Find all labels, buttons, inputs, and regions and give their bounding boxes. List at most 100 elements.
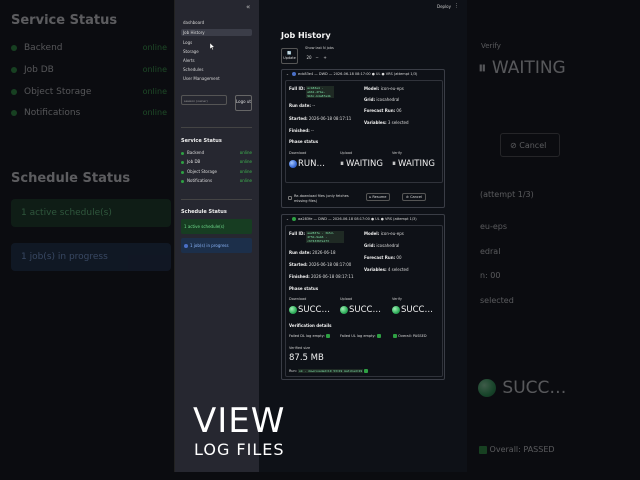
redownload-checkbox[interactable]	[288, 196, 292, 200]
variables: Variables: 4 selected	[364, 267, 409, 272]
screen: Service Status Backend online Job DB onlin…	[0, 0, 640, 480]
bg-attempt: (attempt 1/3)	[480, 190, 534, 199]
run-date: Run date: 2026-06-18	[289, 250, 336, 255]
running-orb-icon	[289, 159, 297, 168]
phase-verify-label: Verify	[392, 297, 402, 301]
caption-subtitle: LOG FILES	[194, 440, 285, 459]
started: Started: 2026-06-18 08:17:11	[289, 116, 352, 121]
pause-icon: ⏸	[392, 159, 396, 168]
increment-icon[interactable]: +	[321, 54, 329, 62]
verified-size-value: 87.5 MB	[289, 353, 324, 363]
sidebar-service-row: Backend online	[181, 150, 252, 156]
bg-model: eu-eps	[480, 222, 508, 231]
sidebar-service-row: Notifications online	[181, 178, 252, 184]
finished: Finished: 2026-06-18 08:17:11	[289, 274, 354, 279]
status-dot-icon	[181, 170, 184, 174]
started: Started: 2026-06-18 08:17:00	[289, 262, 352, 267]
job-details: Full ID: aa283fe · 3b5d-4f5b-9ab6 · c6f4…	[285, 225, 443, 377]
forecast-run: Forecast Run: 06	[364, 108, 402, 113]
status-dot-icon	[11, 88, 17, 95]
model: Model: icon-eu-eps	[364, 231, 404, 236]
failed-dl-log: Failed DL log empty:	[289, 334, 330, 338]
job-details: Full ID: ecb83e4 · e661-4fbe-9b6c-b4a8fa…	[285, 80, 443, 183]
decrement-icon[interactable]: −	[313, 54, 321, 62]
bg-run: n: 00	[480, 271, 501, 280]
divider	[181, 127, 252, 128]
bg-service-row: Backend online	[11, 43, 171, 53]
main-menu-icon[interactable]: ⋮	[454, 3, 459, 9]
status-dot-icon	[11, 44, 17, 51]
full-id: Full ID: ecb83e4 · e661-4fbe-9b6c-b4a8fa…	[289, 86, 335, 98]
check-icon	[364, 369, 369, 373]
phase-status-label: Phase status	[289, 139, 319, 144]
job-card: ⌄ ecb83e4 — DWD — 2026-06-18 08:17:00 ● …	[281, 69, 445, 208]
sidebar-service-status-title: Service Status	[181, 138, 222, 144]
bg-service-row: Object Storage online	[11, 87, 171, 97]
update-button[interactable]: 🔄 Update	[281, 48, 298, 64]
overall-status: Overall: PASSED	[392, 334, 427, 338]
forecast-run: Forecast Run: 00	[364, 255, 402, 260]
bg-success: SUCC…	[478, 378, 566, 398]
phase-verify-value: ⏸ WAITING	[392, 159, 435, 169]
pause-icon: ⏸	[340, 159, 344, 168]
redownload-label: Re-download files (only fetches missing …	[294, 194, 349, 203]
phase-download-value: RUN…	[289, 159, 325, 169]
phase-upload-value: SUCC…	[340, 305, 381, 315]
success-dot-icon	[292, 217, 297, 221]
nav-job-history[interactable]: Job History	[181, 29, 252, 36]
status-dot-icon	[11, 66, 17, 73]
nav-logs[interactable]: Logs	[181, 39, 252, 46]
phase-download-label: Download	[289, 151, 307, 155]
full-id: Full ID: aa283fe · 3b5d-4f5b-9ab6 · c6f4…	[289, 231, 345, 243]
session-input[interactable]: session (owner)	[181, 95, 227, 105]
check-icon	[325, 334, 330, 338]
job-card-header[interactable]: ⌄ aa283fe — DWD — 2026-06-18 08:17:00 ● …	[282, 215, 444, 224]
jobs-in-progress-alert: 1 job(s) in progress	[181, 238, 252, 253]
grid: Grid: icosahedral	[364, 243, 400, 248]
bg-service-row: Notifications online	[11, 108, 171, 118]
nav-dashboard[interactable]: dashboard	[181, 19, 252, 26]
check-icon	[376, 334, 381, 338]
phase-download-label: Download	[289, 297, 307, 301]
success-orb-icon	[392, 305, 400, 314]
deploy-button[interactable]: Deploy	[437, 4, 451, 9]
sidebar-service-row: Object Storage online	[181, 169, 252, 175]
show-last-stepper[interactable]: 20− +	[305, 54, 331, 62]
status-dot-icon	[181, 179, 184, 183]
nav-schedules[interactable]: Schedules	[181, 66, 252, 73]
status-dot-icon	[11, 109, 17, 116]
main-content: Deploy ⋮ Job History 🔄 Update Show last N…	[259, 0, 467, 472]
logout-button[interactable]: Logo ut	[235, 95, 252, 111]
bg-selected: selected	[480, 296, 514, 305]
phase-status-label: Phase status	[289, 286, 319, 291]
nav-storage[interactable]: Storage	[181, 48, 252, 55]
spinner-icon	[184, 244, 188, 248]
phase-verify-value: SUCC…	[392, 305, 433, 315]
success-orb-icon	[289, 305, 297, 314]
phase-download-value: SUCC…	[289, 305, 330, 315]
sidebar-schedule-status-title: Schedule Status	[181, 209, 227, 215]
status-dot-icon	[181, 151, 184, 155]
phase-upload-label: Upload	[340, 297, 353, 301]
cancel-button[interactable]: ⊘ Cancel	[402, 193, 426, 201]
bg-active-schedules: 1 active schedule(s)	[11, 199, 171, 227]
phase-verify-label: Verify	[392, 151, 402, 155]
nav-alerts[interactable]: Alerts	[181, 57, 252, 64]
bg-service-row: Job DB online	[11, 65, 171, 75]
resume-button[interactable]: ▸ Resume	[366, 193, 390, 201]
sidebar-service-row: Job DB online	[181, 159, 252, 165]
job-card-header[interactable]: ⌄ ecb83e4 — DWD — 2026-06-18 08:17:00 ● …	[282, 70, 444, 79]
page-title: Job History	[281, 31, 331, 40]
bg-schedule-status-title: Schedule Status	[11, 171, 131, 186]
show-last-label: Show last N jobs	[305, 46, 334, 50]
bg-verify-label: Verify	[481, 42, 501, 50]
success-orb-icon	[340, 305, 348, 314]
failed-ul-log: Failed UL log empty:	[340, 334, 381, 338]
verification-details-label: Verification details	[289, 323, 332, 328]
collapse-sidebar-icon[interactable]: «	[246, 3, 250, 11]
active-schedules-alert: 1 active schedule(s)	[181, 219, 252, 234]
nav-user-management[interactable]: User Management	[181, 75, 252, 82]
job-card: ⌄ aa283fe — DWD — 2026-06-18 08:17:00 ● …	[281, 214, 445, 380]
finished: Finished: --	[289, 128, 314, 133]
bg-overall: Overall: PASSED	[478, 445, 555, 454]
